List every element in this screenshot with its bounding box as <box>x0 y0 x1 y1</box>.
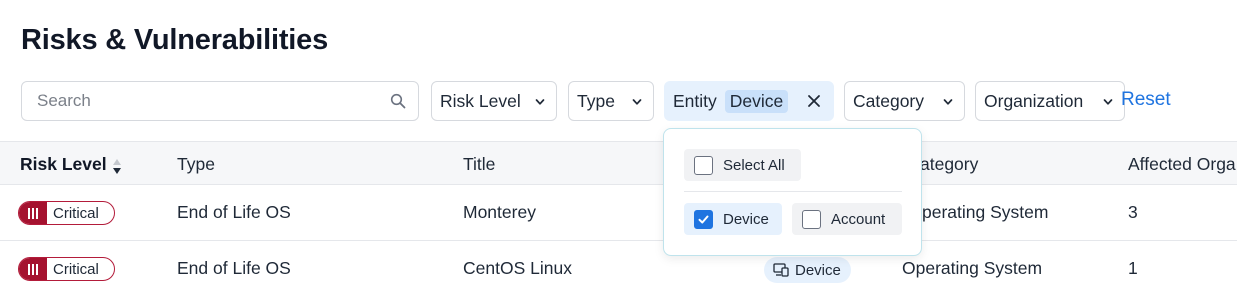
entity-filter[interactable]: Entity Device <box>664 81 834 121</box>
organization-filter[interactable]: Organization <box>975 81 1125 121</box>
account-checkbox[interactable] <box>802 209 821 229</box>
affected-cell: 3 <box>1128 202 1138 222</box>
entity-filter-label: Entity <box>673 90 717 111</box>
device-option[interactable]: Device <box>684 203 782 235</box>
category-filter-label: Category <box>853 90 925 111</box>
select-all-label: Select All <box>723 156 785 174</box>
table-header: Risk Level Type Title ategory Affected O… <box>0 141 1237 185</box>
close-icon[interactable] <box>807 94 821 108</box>
page-title: Risks & Vulnerabilities <box>21 24 328 56</box>
search-box[interactable] <box>21 81 419 121</box>
affected-cell: 1 <box>1128 258 1138 278</box>
type-filter[interactable]: Type <box>568 81 654 121</box>
chevron-down-icon <box>1103 99 1113 105</box>
type-filter-label: Type <box>577 90 615 111</box>
column-category[interactable]: ategory <box>920 154 978 175</box>
search-input[interactable] <box>22 82 382 120</box>
organization-filter-label: Organization <box>984 90 1084 111</box>
column-type[interactable]: Type <box>177 154 215 175</box>
device-icon <box>773 263 789 277</box>
chevron-down-icon <box>943 99 953 105</box>
column-title[interactable]: Title <box>463 154 495 175</box>
risk-level-value: Critical <box>53 204 99 222</box>
column-affected-organizations[interactable]: Affected Orga <box>1128 154 1236 175</box>
entity-filter-value: Device <box>724 89 789 113</box>
title-cell: CentOS Linux <box>463 258 572 278</box>
divider <box>684 191 902 192</box>
column-risk-level[interactable]: Risk Level <box>20 154 107 175</box>
check-icon <box>698 215 709 223</box>
sort-icon[interactable] <box>112 158 122 176</box>
device-checkbox[interactable] <box>694 209 713 229</box>
search-icon[interactable] <box>390 93 406 109</box>
chevron-down-icon <box>535 99 545 105</box>
account-option-label: Account <box>831 210 886 228</box>
risk-level-filter[interactable]: Risk Level <box>431 81 557 121</box>
reset-button[interactable]: Reset <box>1121 89 1171 111</box>
risk-level-value: Critical <box>53 260 99 278</box>
type-cell: End of Life OS <box>177 258 291 278</box>
table-row[interactable]: Critical End of Life OS Monterey peratin… <box>0 185 1237 241</box>
category-cell: Operating System <box>902 258 1043 278</box>
select-all-checkbox[interactable] <box>694 155 713 175</box>
chevron-down-icon <box>632 99 642 105</box>
risk-level-filter-label: Risk Level <box>440 90 521 111</box>
account-option[interactable]: Account <box>792 203 902 235</box>
category-cell: perating System <box>922 202 1049 222</box>
critical-badge: Critical <box>18 257 115 281</box>
select-all-option[interactable]: Select All <box>684 149 801 181</box>
device-option-label: Device <box>723 210 769 228</box>
category-filter[interactable]: Category <box>844 81 965 121</box>
entity-pill: Device <box>764 257 851 283</box>
type-cell: End of Life OS <box>177 202 291 222</box>
title-cell: Monterey <box>463 202 536 222</box>
entity-pill-label: Device <box>795 261 841 279</box>
table-row[interactable]: Critical End of Life OS CentOS Linux Dev… <box>0 241 1237 296</box>
severity-bars-icon <box>19 202 47 224</box>
severity-bars-icon <box>19 258 47 280</box>
critical-badge: Critical <box>18 201 115 225</box>
entity-filter-dropdown: Select All Device Account <box>663 128 922 256</box>
